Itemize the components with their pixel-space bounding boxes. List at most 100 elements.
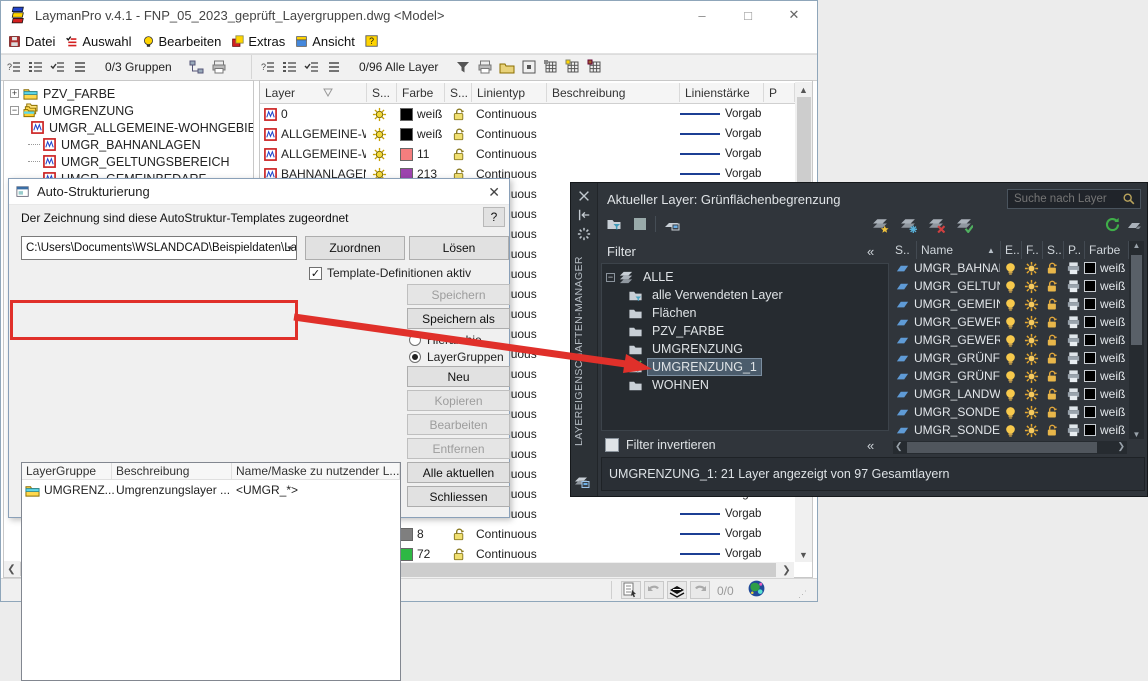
thaw-sun-icon[interactable] [1024,423,1039,438]
maximize-button[interactable]: □ [725,1,771,29]
plot-printer-icon[interactable] [1066,369,1081,384]
unlock-icon[interactable] [1045,405,1060,420]
filter-item-umgrenzung[interactable]: UMGRENZUNG [602,340,888,358]
close-button[interactable]: ✕ [771,1,817,29]
color-cell[interactable]: 72 [400,544,446,564]
on-bulb-icon[interactable] [1003,333,1018,348]
on-bulb-icon[interactable] [1003,369,1018,384]
multi-list-icon[interactable] [26,57,46,77]
set-current-icon[interactable] [955,215,973,233]
thaw-sun-icon[interactable] [1024,261,1039,276]
unlock-icon[interactable] [1045,351,1060,366]
palette-layer-row[interactable]: UMGR_LANDWIRTSCHAFTweiß [891,385,1129,403]
template-path-combo[interactable]: C:\Users\Documents\WSLANDCAD\Beispieldat… [21,236,297,260]
on-bulb-icon[interactable] [1003,387,1018,402]
hierarchie-radio[interactable]: Hierarchie [409,333,482,347]
menu-item-ansicht[interactable]: Ansicht [292,32,362,51]
palette-layer-row[interactable]: UMGR_GELTUNGSBEREICHweiß [891,277,1129,295]
color-swatch[interactable] [1084,352,1096,364]
menu-item-bearbeiten[interactable]: Bearbeiten [139,32,229,51]
delete-layer-icon[interactable] [927,215,945,233]
table-column-farbe[interactable]: Farbe [397,83,445,102]
color-swatch[interactable] [1084,424,1096,436]
color-swatch[interactable] [1084,388,1096,400]
unlock-icon[interactable] [452,544,467,564]
unlock-icon[interactable] [1045,387,1060,402]
layer-list-tool-icon[interactable] [621,581,641,599]
schliessen-button[interactable]: Schliessen [407,486,510,507]
plot-printer-icon[interactable] [1066,315,1081,330]
plot-printer-icon[interactable] [1066,423,1081,438]
new-layer-icon[interactable] [871,215,889,233]
frame-icon[interactable] [519,57,539,77]
expand-toggle-icon[interactable]: + [10,89,19,98]
plot-printer-icon[interactable] [1066,333,1081,348]
palette-properties-icon[interactable] [576,226,592,242]
dialog-help-button[interactable]: ? [483,207,505,227]
tree-item-umgr_bahnanlagen[interactable]: UMGR_BAHNANLAGEN [4,136,253,153]
unlock-icon[interactable] [1045,261,1060,276]
filter-item-umgrenzung_1[interactable]: UMGRENZUNG_1 [602,358,888,376]
unlock-icon[interactable] [1045,279,1060,294]
color-swatch[interactable] [1084,370,1096,382]
thaw-sun-icon[interactable] [1024,297,1039,312]
plot-printer-icon[interactable] [1066,405,1081,420]
invert-filter-checkbox[interactable]: Filter invertieren [605,438,716,452]
filter-collapse-icon[interactable]: « [867,244,872,259]
plot-printer-icon[interactable] [1066,351,1081,366]
dialog-list-column-0[interactable]: LayerGruppe [22,463,112,480]
filter-item-alle verwendeten layer[interactable]: alle Verwendeten Layer [602,286,888,304]
expand-toggle-icon[interactable]: − [10,106,19,115]
table-row[interactable]: ALLGEMEINE-W...11ContinuousVorgab [260,144,795,164]
menu-item-auswahl[interactable]: Auswahl [62,32,138,51]
unlock-icon[interactable] [452,524,467,544]
layer-list-vscrollbar[interactable]: ▲ ▼ [1129,241,1144,439]
menu-item-datei[interactable]: Datei [5,32,62,51]
plane-icon[interactable] [1125,215,1143,233]
thaw-sun-icon[interactable] [1024,369,1039,384]
help-list-icon[interactable]: ? [258,57,278,77]
expand-toggle-icon[interactable]: − [606,273,615,282]
on-bulb-icon[interactable] [1003,261,1018,276]
tree-item-umgr_geltungsbereich[interactable]: UMGR_GELTUNGSBEREICH [4,153,253,170]
palette-layer-row[interactable]: UMGR_BAHNANLAGENweiß [891,259,1129,277]
unlock-icon[interactable] [1045,315,1060,330]
plot-printer-icon[interactable] [1066,297,1081,312]
list-column-6[interactable]: Farbe [1085,241,1129,259]
filter-folder-icon[interactable] [605,215,623,233]
loesen-button[interactable]: Lösen [409,236,509,260]
layergrid-dark-icon[interactable] [585,57,605,77]
menu-item-extras[interactable]: Extras [228,32,292,51]
list-column-0[interactable]: S.. [891,241,917,259]
list-column-2[interactable]: E.. [1001,241,1022,259]
folder-icon[interactable] [631,215,649,233]
palette-pin-icon[interactable] [576,207,592,223]
color-swatch[interactable] [1084,262,1096,274]
thaw-sun-icon[interactable] [372,124,387,144]
palette-layer-row[interactable]: UMGR_GRÜNFLÄCHE_ÖFFENT...weiß [891,367,1129,385]
tree-item-umgr_allgemeine-wohngebiete[interactable]: UMGR_ALLGEMEINE-WOHNGEBIETE [4,119,253,136]
color-swatch[interactable] [1084,334,1096,346]
color-swatch[interactable] [1084,406,1096,418]
thaw-sun-icon[interactable] [372,144,387,164]
color-cell[interactable]: weiß [400,124,446,144]
tree-icon[interactable] [187,57,207,77]
filter-item-wohnen[interactable]: WOHNEN [602,376,888,394]
list-column-5[interactable]: P.. [1064,241,1085,259]
on-bulb-icon[interactable] [1003,297,1018,312]
filter-item-pzv_farbe[interactable]: PZV_FARBE [602,322,888,340]
table-column-s[interactable]: S... [445,83,472,102]
filter-item-alle[interactable]: −ALLE [602,268,888,286]
tree-item-pzv_farbe[interactable]: +PZV_FARBE [4,85,253,102]
dialog-list-column-2[interactable]: Name/Maske zu nutzender L... [232,463,400,480]
undo-icon[interactable] [644,581,664,599]
layer-states-icon[interactable] [574,473,590,489]
on-bulb-icon[interactable] [1003,279,1018,294]
color-swatch[interactable] [1084,280,1096,292]
color-cell[interactable]: weiß [400,104,446,124]
unlock-icon[interactable] [452,124,467,144]
unlock-icon[interactable] [452,144,467,164]
help-list-icon[interactable]: ? [4,57,24,77]
printer-icon[interactable] [209,57,229,77]
redo-icon[interactable] [690,581,710,599]
